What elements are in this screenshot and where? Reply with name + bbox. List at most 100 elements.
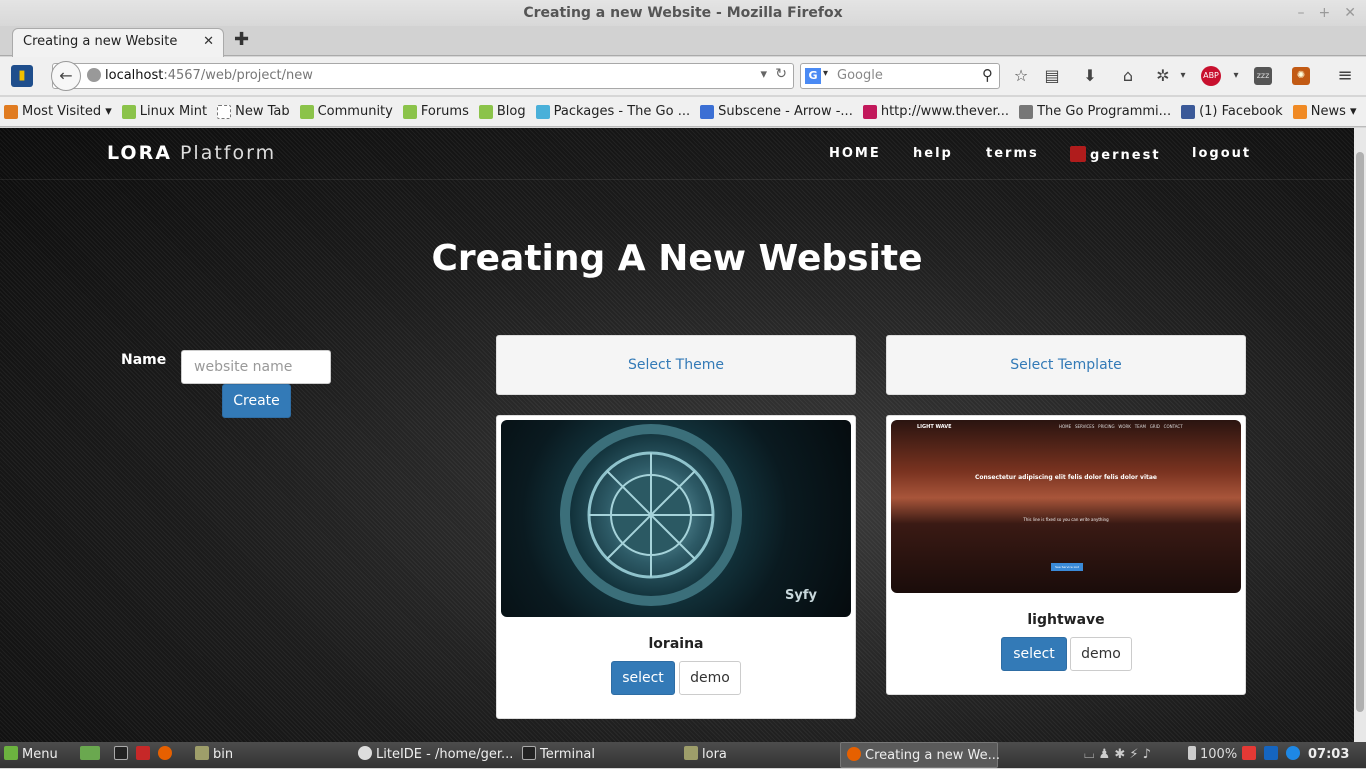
bookmark-favicon-icon <box>402 104 417 119</box>
theme-card: Syfy loraina select demo <box>496 415 856 719</box>
google-icon[interactable]: G <box>805 68 821 84</box>
back-icon[interactable]: ← <box>51 61 81 91</box>
bookmark-star-icon[interactable]: ☆ <box>1010 65 1032 87</box>
reading-list-icon[interactable]: ▤ <box>1041 65 1063 87</box>
search-icon[interactable]: ⚲ <box>982 66 993 84</box>
search-engine-dropdown-icon[interactable]: ▾ <box>823 68 828 79</box>
new-tab-icon[interactable]: ✚ <box>234 29 249 50</box>
os-taskbar: Menu bin LiteIDE - /home/ger... Terminal… <box>0 742 1366 768</box>
tray-app-icon[interactable] <box>1242 742 1260 768</box>
bookmark-favicon-icon <box>862 104 877 119</box>
update-icon[interactable] <box>1286 742 1304 768</box>
battery-label: 100% <box>1200 747 1238 762</box>
tray-icons[interactable]: ⌴ ♟ ✱ ⚡ ♪ <box>1084 742 1151 768</box>
folder-icon <box>684 746 698 760</box>
select-template-header[interactable]: Select Template <box>886 335 1246 395</box>
browser-tab-active[interactable]: Creating a new Website ✕ <box>12 28 224 57</box>
preview-brand: LIGHT WAVE <box>917 424 952 430</box>
adblock-icon[interactable]: ABP <box>1201 66 1221 86</box>
bookmark-favicon-icon <box>535 104 550 119</box>
search-bar[interactable]: G ▾ Google ⚲ <box>800 63 1000 89</box>
url-text[interactable]: localhost:4567/web/project/new <box>105 64 313 88</box>
bookmark-item[interactable]: Forums <box>402 104 469 119</box>
theme-title: loraina <box>648 636 704 652</box>
battery-indicator[interactable]: 100% <box>1188 742 1237 768</box>
tab-title: Creating a new Website <box>23 34 178 49</box>
taskbar-item-label: Terminal <box>540 747 595 762</box>
taskbar-item-label: lora <box>702 747 727 762</box>
taskbar-item-liteide[interactable]: LiteIDE - /home/ger... <box>358 742 513 768</box>
nav-terms[interactable]: terms <box>986 146 1039 161</box>
nav-logout[interactable]: logout <box>1192 146 1251 161</box>
firefox-icon <box>847 747 861 761</box>
bookmark-item[interactable]: Most Visited ▾ <box>4 104 112 119</box>
bookmark-item[interactable]: (1) Facebook <box>1181 104 1283 119</box>
reload-icon[interactable]: ↻ <box>775 66 787 82</box>
preview-button: See Service List <box>1051 563 1083 571</box>
terminal-launcher-icon[interactable] <box>114 742 132 768</box>
liteide-icon <box>358 746 372 760</box>
theme-demo-button[interactable]: demo <box>679 661 741 695</box>
bookmark-favicon-icon <box>1292 104 1307 119</box>
analytics-icon[interactable]: ▮ <box>11 65 33 87</box>
window-titlebar: Creating a new Website - Mozilla Firefox… <box>0 0 1366 26</box>
select-theme-header[interactable]: Select Theme <box>496 335 856 395</box>
start-menu-button[interactable]: Menu <box>4 742 58 768</box>
hamburger-menu-icon[interactable]: ≡ <box>1334 65 1356 87</box>
bookmark-item[interactable]: New Tab <box>217 104 290 119</box>
create-button[interactable]: Create <box>222 384 291 418</box>
theme-preview-image: Syfy <box>501 420 851 617</box>
tab-bar: Creating a new Website ✕ ✚ <box>0 26 1366 57</box>
taskbar-item-terminal[interactable]: Terminal <box>522 742 595 768</box>
nav-user[interactable]: gernest <box>1070 146 1161 163</box>
bookmark-item[interactable]: Community <box>299 104 393 119</box>
adblock-dropdown-icon[interactable]: ▾ <box>1225 65 1247 87</box>
nav-help[interactable]: help <box>913 146 953 161</box>
taskbar-item-label: LiteIDE - /home/ger... <box>376 747 514 762</box>
downloads-icon[interactable]: ⬇ <box>1079 65 1101 87</box>
firefox-launcher-icon[interactable] <box>158 742 176 768</box>
taskbar-item-lora[interactable]: lora <box>684 742 727 768</box>
taskbar-item-firefox[interactable]: Creating a new We... <box>840 742 1000 768</box>
ubuntu-extension-icon[interactable]: ✺ <box>1292 67 1310 85</box>
taskbar-item-bin[interactable]: bin <box>195 742 233 768</box>
terminal-icon <box>522 746 536 760</box>
template-select-button[interactable]: select <box>1001 637 1067 671</box>
clock[interactable]: 07:03 <box>1308 742 1349 768</box>
close-icon[interactable]: ✕ <box>1344 0 1356 26</box>
bookmark-favicon-icon <box>700 104 715 119</box>
bookmark-favicon-icon <box>478 104 493 119</box>
bookmark-item[interactable]: Subscene - Arrow -... <box>700 104 853 119</box>
search-placeholder: Google <box>837 68 883 83</box>
bookmark-item[interactable]: Linux Mint <box>121 104 207 119</box>
bookmark-favicon-icon <box>217 104 232 119</box>
extension-dropdown-icon[interactable]: ▾ <box>1172 65 1194 87</box>
user-avatar-icon <box>1070 146 1086 162</box>
app-launcher-icon[interactable] <box>136 742 154 768</box>
bookmark-item[interactable]: Packages - The Go ... <box>535 104 690 119</box>
website-name-input[interactable] <box>181 350 331 384</box>
maximize-icon[interactable]: + <box>1319 0 1331 26</box>
minimize-icon[interactable]: – <box>1298 0 1305 26</box>
bookmark-item[interactable]: Blog <box>478 104 526 119</box>
home-icon[interactable]: ⌂ <box>1117 65 1139 87</box>
tab-close-icon[interactable]: ✕ <box>203 29 214 55</box>
page-scrollbar[interactable] <box>1354 128 1366 742</box>
site-brand[interactable]: LORA Platform <box>107 142 276 164</box>
url-dropdown-icon[interactable]: ▾ <box>760 67 767 82</box>
show-desktop-icon[interactable] <box>80 742 104 768</box>
bookmark-item[interactable]: http://www.thever... <box>862 104 1009 119</box>
scrollbar-thumb[interactable] <box>1356 152 1364 712</box>
site-navbar: LORA Platform HOME help terms gernest lo… <box>0 128 1354 180</box>
nav-home[interactable]: HOME <box>829 146 881 161</box>
mint-logo-icon <box>4 746 18 760</box>
bookmark-item[interactable]: The Go Programmi... <box>1019 104 1171 119</box>
extension-icon[interactable]: ✲ <box>1152 65 1174 87</box>
theme-select-button[interactable]: select <box>611 661 675 695</box>
zzz-extension-icon[interactable]: zzz <box>1254 67 1272 85</box>
shield-icon[interactable] <box>1264 742 1282 768</box>
url-bar[interactable]: ← localhost:4567/web/project/new ▾ ↻ <box>51 61 794 91</box>
web-page: LORA Platform HOME help terms gernest lo… <box>0 128 1354 742</box>
template-demo-button[interactable]: demo <box>1070 637 1132 671</box>
bookmark-item[interactable]: News ▾ <box>1292 104 1357 119</box>
